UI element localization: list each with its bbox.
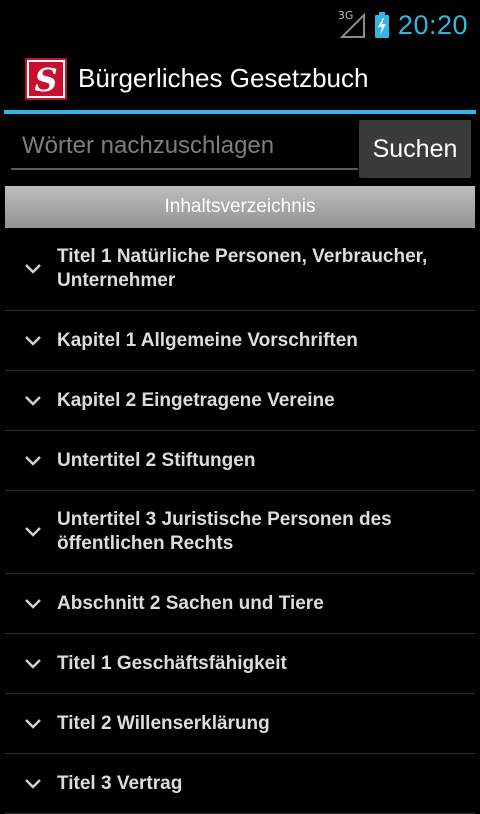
toc-item-label: Untertitel 3 Juristische Personen des öf… — [57, 509, 392, 554]
toc-item-label: Kapitel 1 Allgemeine Vorschriften — [57, 329, 358, 351]
toc-item[interactable]: Untertitel 3 Juristische Personen des öf… — [5, 491, 475, 574]
chevron-down-icon — [25, 395, 41, 406]
action-bar: S Bürgerliches Gesetzbuch — [0, 50, 480, 111]
chevron-down-icon — [25, 455, 41, 466]
toc-item[interactable]: Titel 3 Vertrag — [5, 754, 475, 814]
app-logo-icon[interactable]: S — [25, 58, 67, 100]
search-button[interactable]: Suchen — [359, 120, 471, 178]
signal-icon: 3G — [338, 9, 366, 39]
toc-item-label: Titel 2 Willenserklärung — [57, 712, 270, 734]
status-icons: 3G 20:20 — [338, 8, 468, 42]
toc-item[interactable]: Titel 1 Geschäftsfähigkeit — [5, 634, 475, 694]
toc-list: Titel 1 Natürliche Personen, Verbraucher… — [5, 228, 475, 814]
chevron-down-icon — [25, 598, 41, 609]
toc-item[interactable]: Abschnitt 2 Sachen und Tiere — [5, 574, 475, 634]
toc-item-label: Kapitel 2 Eingetragene Vereine — [57, 389, 335, 411]
toc-item-label: Abschnitt 2 Sachen und Tiere — [57, 592, 324, 614]
toc-item[interactable]: Kapitel 2 Eingetragene Vereine — [5, 371, 475, 431]
toc-item[interactable]: Untertitel 2 Stiftungen — [5, 431, 475, 491]
battery-charging-icon — [374, 12, 390, 38]
toc-item-label: Titel 3 Vertrag — [57, 772, 183, 794]
toc-header: Inhaltsverzeichnis — [5, 186, 475, 228]
toc-item-label: Untertitel 2 Stiftungen — [57, 449, 256, 471]
app-title: Bürgerliches Gesetzbuch — [78, 63, 369, 93]
chevron-down-icon — [25, 264, 41, 274]
chevron-down-icon — [25, 718, 41, 729]
toc-item-label: Titel 1 Geschäftsfähigkeit — [57, 652, 287, 674]
toc-item[interactable]: Titel 1 Natürliche Personen, Verbraucher… — [5, 228, 475, 311]
toc-item[interactable]: Kapitel 1 Allgemeine Vorschriften — [5, 311, 475, 371]
chevron-down-icon — [25, 335, 41, 346]
chevron-down-icon — [25, 778, 41, 789]
chevron-down-icon — [25, 527, 41, 537]
toc-item-label: Titel 1 Natürliche Personen, Verbraucher… — [57, 246, 428, 291]
search-input[interactable] — [11, 124, 358, 170]
search-row: Suchen — [0, 118, 480, 184]
chevron-down-icon — [25, 658, 41, 669]
logo-letter: S — [34, 61, 57, 99]
status-bar: 3G 20:20 — [0, 0, 480, 50]
action-bar-divider — [4, 110, 476, 114]
clock: 20:20 — [397, 9, 468, 40]
toc-item[interactable]: Titel 2 Willenserklärung — [5, 694, 475, 754]
